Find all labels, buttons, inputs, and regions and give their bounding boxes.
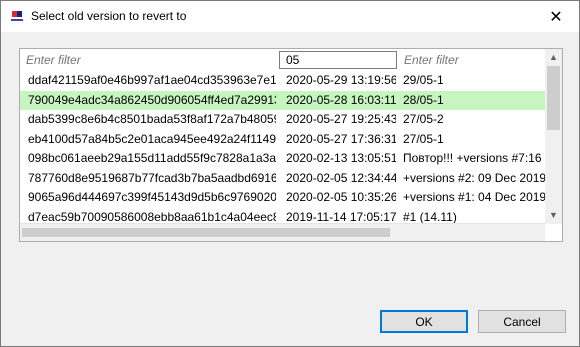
dialog-title: Select old version to revert to	[31, 9, 187, 23]
version-rows: ddaf421159af0e46b997af1ae04cd353963e7e15…	[20, 71, 545, 227]
row-hash-cell: 790049e4adc34a862450d906054ff4ed7a299137	[28, 92, 276, 107]
hash-filter-input[interactable]	[20, 51, 278, 69]
date-filter-input[interactable]: 05	[279, 51, 397, 69]
row-date-cell: 2020-05-27 19:25:43	[286, 112, 396, 126]
table-row[interactable]: dab5399c8e6b4c8501bada53f8af172a7b48059b…	[20, 110, 545, 130]
filter-row: 05	[20, 51, 545, 69]
row-description-cell: 28/05-1	[403, 92, 444, 107]
row-hash-cell: dab5399c8e6b4c8501bada53f8af172a7b48059b	[28, 112, 276, 126]
scroll-down-icon[interactable]: ▼	[545, 207, 562, 224]
app-logo-icon	[10, 10, 24, 22]
row-description-cell: +versions #2: 09 Dec 2019 -	[403, 170, 545, 185]
table-row[interactable]: 098bc061aeeb29a155d11add55f9c7828a1a3aef…	[20, 149, 545, 169]
close-icon: ✕	[549, 8, 563, 26]
row-hash-cell: eb4100d57a84b5c2e01aca945ee492a24f114936	[28, 131, 276, 146]
row-hash-cell: 098bc061aeeb29a155d11add55f9c7828a1a3aef	[28, 151, 276, 165]
row-date-cell: 2020-05-27 17:36:31	[286, 131, 396, 146]
horizontal-scrollbar[interactable]	[20, 223, 545, 241]
row-date-cell: 2020-05-28 16:03:11	[286, 92, 396, 107]
scroll-up-icon[interactable]: ▲	[545, 49, 562, 66]
table-row[interactable]: 787760d8e9519687b77fcad3b7ba5aadbd6916d8…	[20, 169, 545, 189]
row-description-cell: Повтор!!! +versions #7:16 D	[403, 151, 545, 165]
table-row[interactable]: eb4100d57a84b5c2e01aca945ee492a24f114936…	[20, 130, 545, 150]
cancel-button[interactable]: Cancel	[478, 310, 566, 333]
row-date-cell: 2020-02-05 12:34:44	[286, 170, 396, 185]
row-date-cell: 2020-02-13 13:05:51	[286, 151, 396, 165]
table-row[interactable]: 9065a96d444697c399f45143d9d5b6c97690202d…	[20, 188, 545, 208]
revert-dialog: Select old version to revert to ✕ 05 dda…	[0, 0, 580, 347]
vertical-scrollbar[interactable]: ▲ ▼	[545, 49, 562, 224]
row-description-cell: +versions #1: 04 Dec 2019 -	[403, 190, 545, 204]
versions-table: 05 ddaf421159af0e46b997af1ae04cd353963e7…	[19, 48, 563, 242]
row-date-cell: 2020-05-29 13:19:56	[286, 73, 396, 87]
row-date-cell: 2020-02-05 10:35:26	[286, 190, 396, 204]
horizontal-scroll-thumb[interactable]	[22, 228, 390, 237]
description-filter-input[interactable]	[398, 51, 545, 69]
close-button[interactable]: ✕	[533, 1, 579, 32]
row-description-cell: 27/05-1	[403, 131, 444, 146]
table-row[interactable]: ddaf421159af0e46b997af1ae04cd353963e7e15…	[20, 71, 545, 91]
vertical-scroll-thumb[interactable]	[547, 66, 560, 130]
row-hash-cell: 787760d8e9519687b77fcad3b7ba5aadbd6916d8	[28, 170, 276, 185]
row-hash-cell: ddaf421159af0e46b997af1ae04cd353963e7e15	[28, 73, 276, 87]
title-bar: Select old version to revert to ✕	[1, 1, 579, 32]
row-description-cell: 29/05-1	[403, 73, 444, 87]
row-hash-cell: 9065a96d444697c399f45143d9d5b6c97690202d	[28, 190, 276, 204]
ok-button[interactable]: OK	[380, 310, 468, 333]
date-filter-value: 05	[286, 53, 300, 67]
row-description-cell: 27/05-2	[403, 112, 444, 126]
table-row-selected[interactable]: 790049e4adc34a862450d906054ff4ed7a299137…	[20, 90, 545, 110]
